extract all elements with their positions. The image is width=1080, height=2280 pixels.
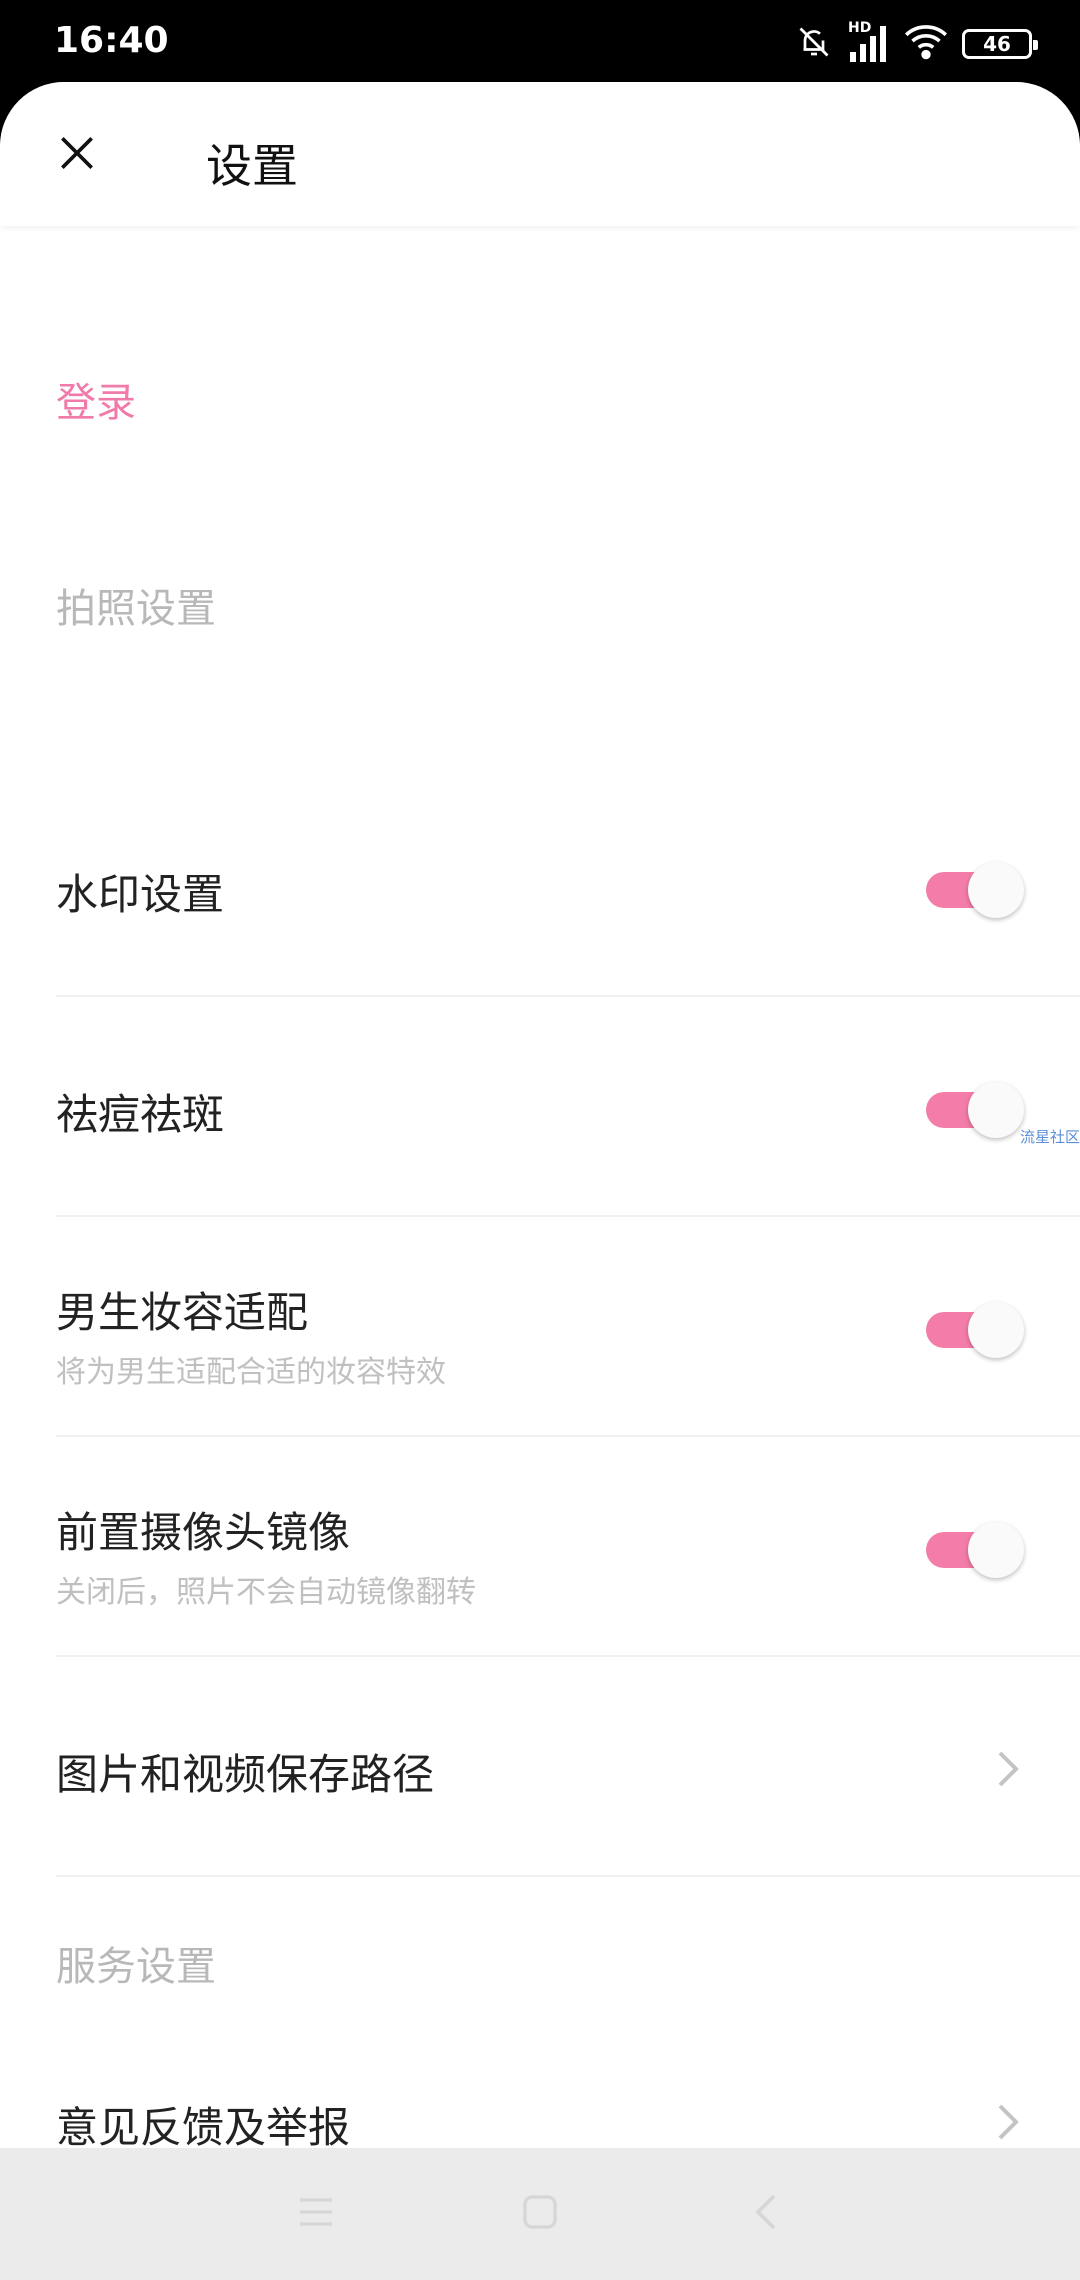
toggle-knob	[968, 1302, 1024, 1358]
toggle-knob	[968, 862, 1024, 918]
watermark-toggle[interactable]	[926, 860, 1024, 918]
home-button[interactable]	[514, 2188, 566, 2240]
toggle-knob	[968, 1082, 1024, 1138]
home-icon	[520, 2192, 560, 2236]
back-icon	[752, 2192, 780, 2236]
section-camera-settings: 拍照设置	[56, 586, 216, 632]
close-button[interactable]	[40, 118, 114, 192]
close-icon	[55, 131, 99, 179]
status-time: 16:40	[54, 20, 169, 61]
row-save-path[interactable]: 图片和视频保存路径	[0, 1657, 1080, 1877]
toggle-knob	[968, 1522, 1024, 1578]
row-feedback[interactable]: 意见反馈及举报	[0, 2074, 1080, 2148]
male-makeup-toggle[interactable]	[926, 1300, 1024, 1358]
row-watermark[interactable]: 水印设置	[0, 777, 1080, 997]
row-title: 祛痘祛斑	[56, 1090, 225, 1139]
wifi-icon	[904, 24, 948, 64]
navigation-bar	[0, 2148, 1080, 2280]
row-title: 男生妆容适配	[56, 1288, 309, 1337]
top-bar: 设置	[0, 82, 1080, 226]
battery-icon: 46	[962, 29, 1038, 59]
menu-button[interactable]	[290, 2188, 342, 2240]
row-title: 意见反馈及举报	[56, 2103, 351, 2148]
row-title: 前置摄像头镜像	[56, 1508, 351, 1557]
divider	[56, 1875, 1080, 1877]
back-button[interactable]	[740, 2188, 792, 2240]
status-icons: HD 46	[796, 20, 1038, 66]
row-front-camera-mirror[interactable]: 前置摄像头镜像 关闭后，照片不会自动镜像翻转	[0, 1437, 1080, 1657]
row-subtitle: 关闭后，照片不会自动镜像翻转	[56, 1575, 476, 1610]
chevron-right-icon	[988, 2102, 1028, 2142]
row-title: 图片和视频保存路径	[56, 1750, 435, 1799]
menu-icon	[296, 2194, 336, 2234]
acne-removal-toggle[interactable]	[926, 1080, 1024, 1138]
row-title: 水印设置	[56, 870, 225, 919]
settings-sheet: 设置 登录 拍照设置 水印设置 祛痘祛斑 男生妆容适配 将为男生适配合适的妆容特…	[0, 82, 1080, 2148]
bell-off-icon	[796, 24, 832, 64]
row-acne-removal[interactable]: 祛痘祛斑	[0, 997, 1080, 1217]
network-type-label: HD	[848, 20, 872, 36]
status-bar: 16:40 HD 46	[0, 0, 1080, 82]
page-title: 设置	[206, 139, 298, 193]
row-male-makeup[interactable]: 男生妆容适配 将为男生适配合适的妆容特效	[0, 1217, 1080, 1437]
chevron-right-icon	[988, 1749, 1028, 1789]
front-camera-mirror-toggle[interactable]	[926, 1520, 1024, 1578]
signal-icon: HD	[846, 20, 890, 64]
overlay-watermark: 流星社区	[1019, 1128, 1080, 1146]
login-link[interactable]: 登录	[56, 370, 136, 428]
row-subtitle: 将为男生适配合适的妆容特效	[56, 1355, 446, 1390]
section-service-settings: 服务设置	[56, 1944, 216, 1990]
